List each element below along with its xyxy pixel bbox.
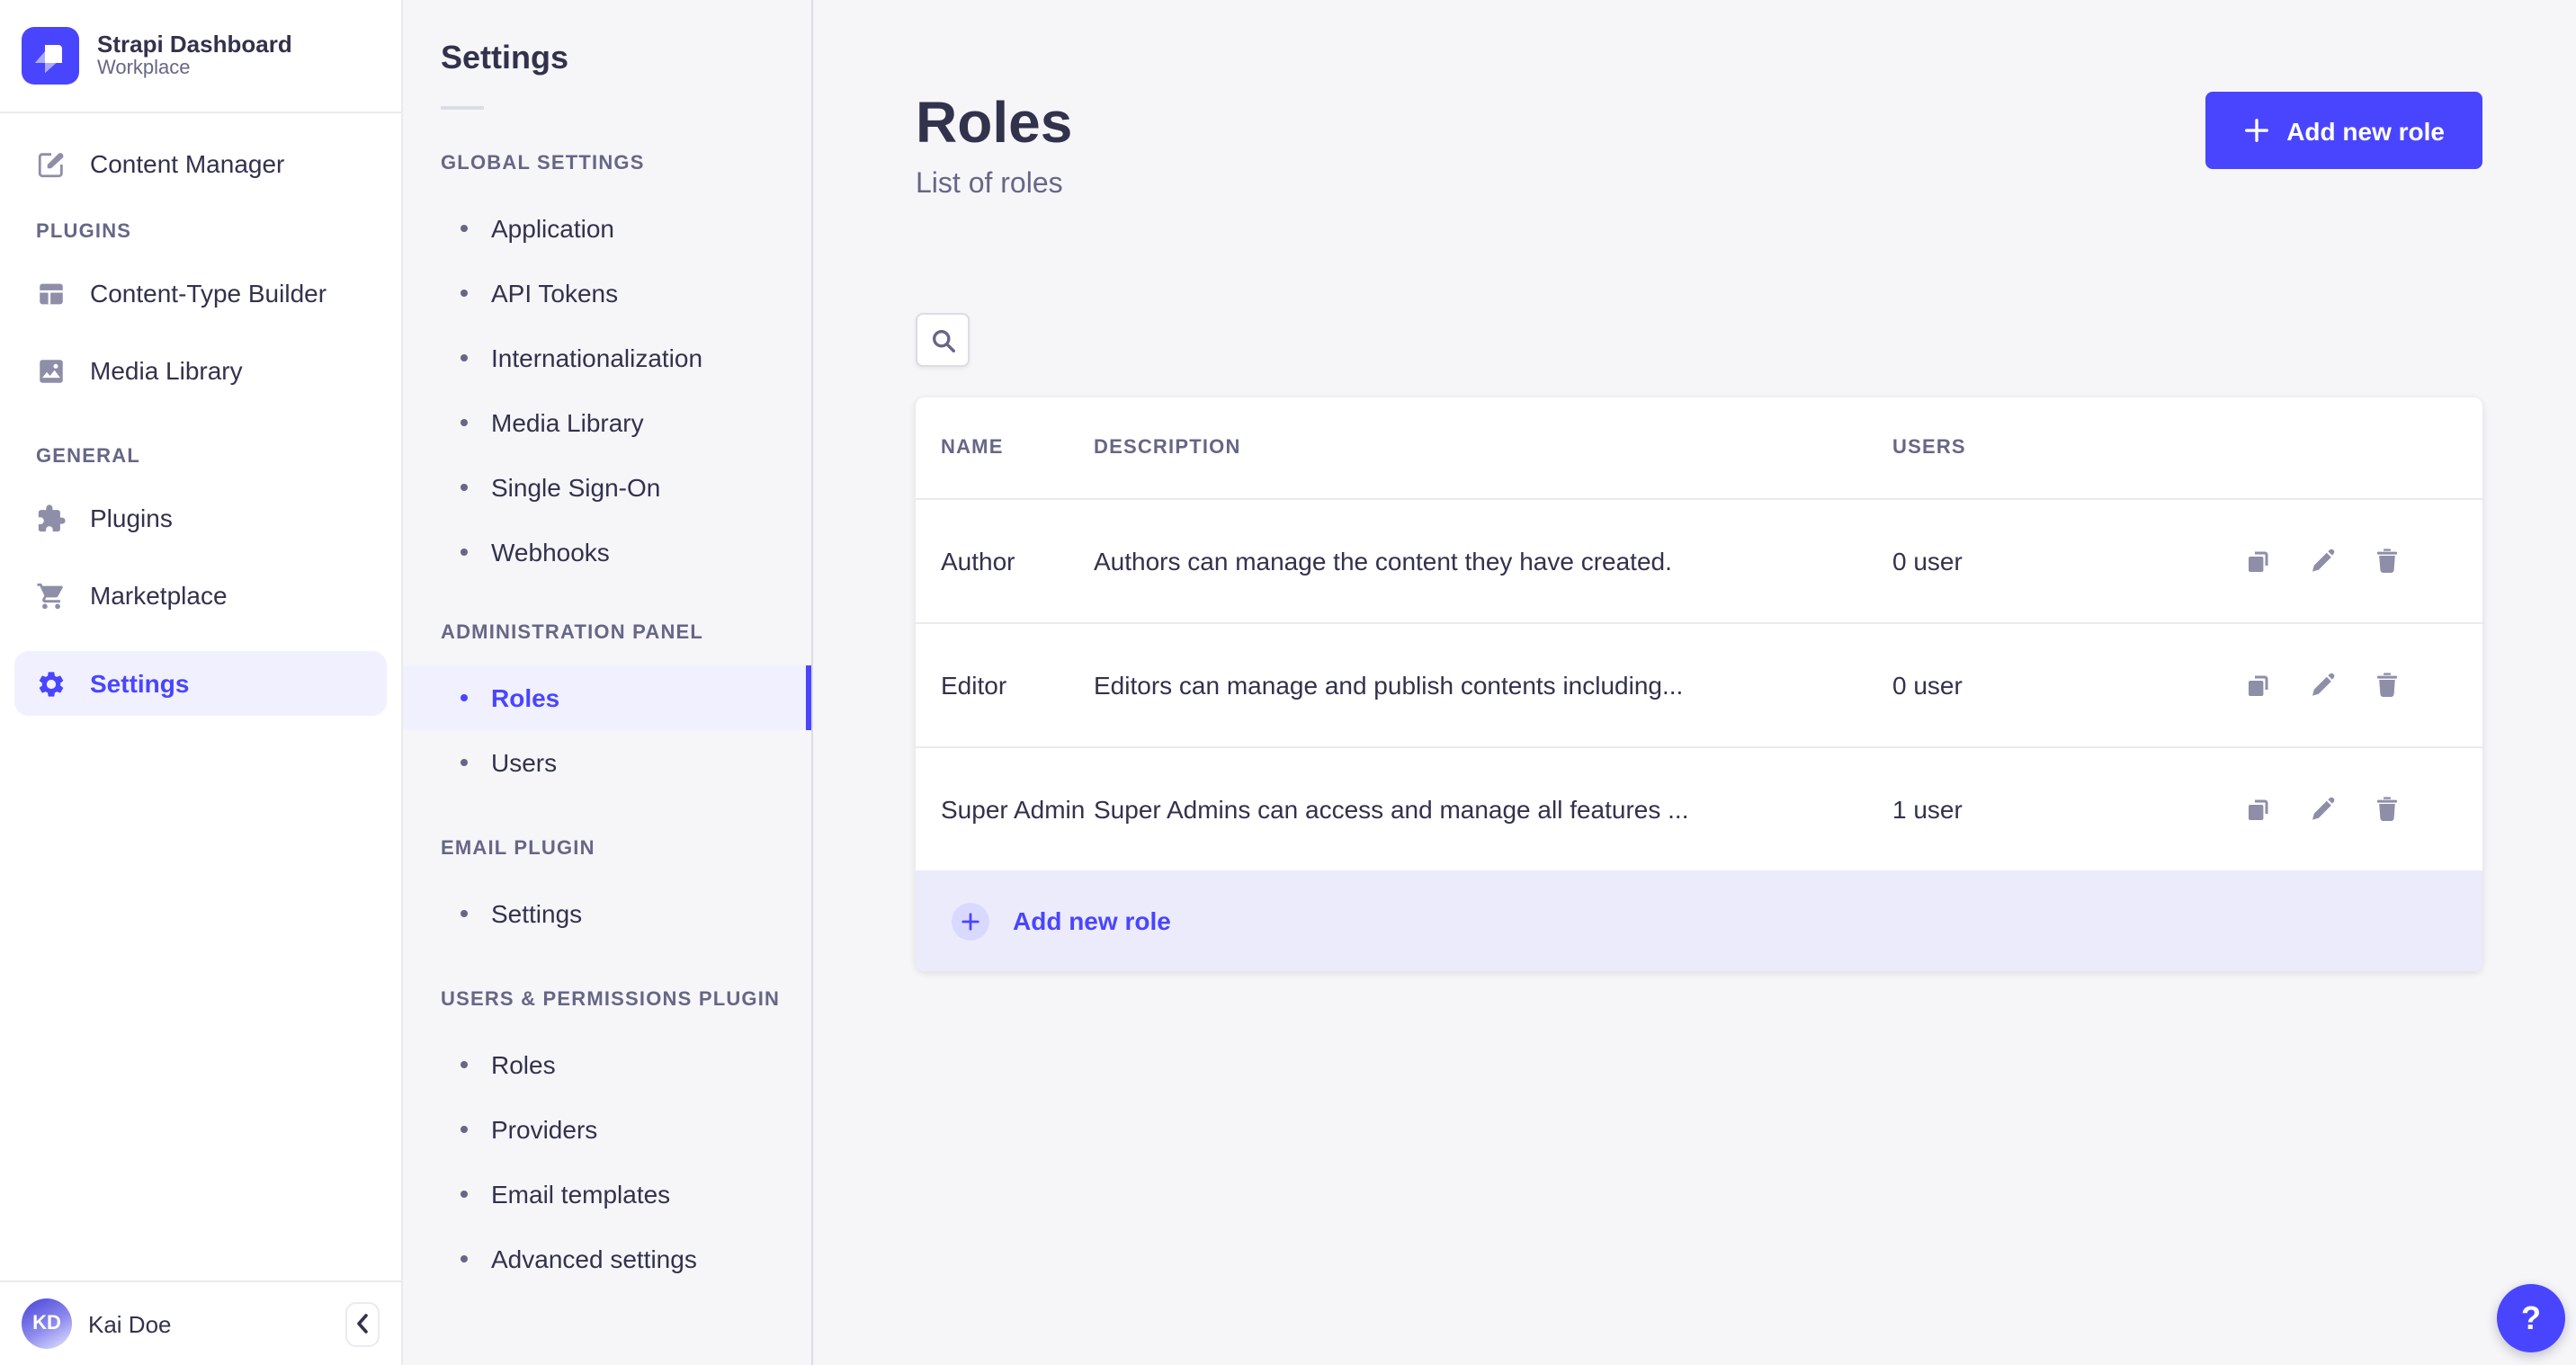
subnav-item-internationalization[interactable]: Internationalization xyxy=(403,326,811,390)
page-header: Roles List of roles Add new role xyxy=(916,92,2482,201)
delete-icon[interactable] xyxy=(2373,795,2402,824)
page-title: Roles xyxy=(916,90,1073,155)
edit-icon[interactable] xyxy=(2308,795,2337,824)
plus-icon xyxy=(2243,117,2270,144)
column-header-description[interactable]: DESCRIPTION xyxy=(1094,397,1892,499)
column-header-users[interactable]: USERS xyxy=(1892,397,2238,499)
subnav-section-users-permissions-plugin: USERS & PERMISSIONS PLUGIN xyxy=(441,989,781,1011)
subnav-item-webhooks[interactable]: Webhooks xyxy=(403,520,811,584)
subnav-item-users[interactable]: Users xyxy=(403,730,811,795)
row-actions xyxy=(2238,671,2482,700)
roles-table: NAME DESCRIPTION USERS Author Authors ca… xyxy=(916,397,2482,870)
sidebar-item-label: Content-Type Builder xyxy=(90,279,327,308)
delete-icon[interactable] xyxy=(2373,547,2402,575)
main-content: Roles List of roles Add new role NAME DE… xyxy=(813,0,2576,1365)
chevron-left-icon xyxy=(354,1313,371,1334)
user-name: Kai Doe xyxy=(88,1310,172,1337)
strapi-logo-icon xyxy=(22,27,79,85)
add-new-role-footer-label: Add new role xyxy=(1013,906,1171,935)
subnav-item-email-settings[interactable]: Settings xyxy=(403,881,811,946)
sidebar-item-media-library[interactable]: Media Library xyxy=(14,338,387,403)
subnav-title: Settings xyxy=(441,40,569,76)
sidebar-item-settings[interactable]: Settings xyxy=(14,651,387,716)
cart-icon xyxy=(36,580,67,611)
subnav-item-advanced-settings[interactable]: Advanced settings xyxy=(403,1227,811,1291)
layout-icon xyxy=(36,278,67,308)
sidebar-item-marketplace[interactable]: Marketplace xyxy=(14,563,387,628)
subnav-item-media-library[interactable]: Media Library xyxy=(403,390,811,455)
image-icon xyxy=(36,355,67,386)
add-new-role-button[interactable]: Add new role xyxy=(2205,92,2482,169)
add-new-role-footer[interactable]: Add new role xyxy=(916,870,2482,971)
column-header-actions xyxy=(2238,397,2482,499)
table-row[interactable]: Author Authors can manage the content th… xyxy=(916,498,2482,623)
sidebar-item-plugins[interactable]: Plugins xyxy=(14,486,387,550)
workspace-switcher[interactable]: Strapi Dashboard Workplace xyxy=(0,0,401,113)
column-header-name[interactable]: NAME xyxy=(916,397,1094,499)
subnav-item-roles[interactable]: Roles xyxy=(403,665,811,730)
nav-section-plugins: PLUGINS xyxy=(36,221,132,243)
role-description-cell: Editors can manage and publish contents … xyxy=(1094,622,1892,747)
table-row[interactable]: Editor Editors can manage and publish co… xyxy=(916,622,2482,747)
role-name-cell: Author xyxy=(916,498,1094,623)
gear-icon xyxy=(36,668,67,699)
main-nav-list: Content Manager PLUGINS Content-Type Bui… xyxy=(0,113,401,1280)
delete-icon[interactable] xyxy=(2373,671,2402,700)
subnav-item-api-tokens[interactable]: API Tokens xyxy=(403,261,811,326)
role-users-cell: 0 user xyxy=(1892,498,2238,623)
search-icon xyxy=(929,326,956,353)
search-button[interactable] xyxy=(916,313,970,367)
nav-section-general: GENERAL xyxy=(36,446,140,468)
user-bar: KD Kai Doe xyxy=(0,1280,401,1365)
role-users-cell: 0 user xyxy=(1892,622,2238,747)
subnav-item-up-roles[interactable]: Roles xyxy=(403,1032,811,1097)
main-sidebar: Strapi Dashboard Workplace Content Manag… xyxy=(0,0,403,1365)
subnav-section-global-settings: GLOBAL SETTINGS xyxy=(441,153,645,174)
strapi-dashboard: Strapi Dashboard Workplace Content Manag… xyxy=(0,0,2576,1365)
page-header-text: Roles List of roles xyxy=(916,92,1072,201)
sidebar-item-label: Settings xyxy=(90,669,190,698)
roles-table-card: NAME DESCRIPTION USERS Author Authors ca… xyxy=(916,397,2482,971)
edit-icon[interactable] xyxy=(2308,671,2337,700)
duplicate-icon[interactable] xyxy=(2243,547,2272,575)
sidebar-item-label: Media Library xyxy=(90,356,243,385)
role-name-cell: Super Admin xyxy=(916,746,1094,870)
row-actions xyxy=(2238,547,2482,575)
subnav-section-email-plugin: EMAIL PLUGIN xyxy=(441,838,595,860)
table-row[interactable]: Super Admin Super Admins can access and … xyxy=(916,746,2482,870)
duplicate-icon[interactable] xyxy=(2243,795,2272,824)
plus-circle-icon xyxy=(952,902,989,940)
edit-icon[interactable] xyxy=(2308,547,2337,575)
page-subtitle: List of roles xyxy=(916,169,1063,200)
collapse-sidebar-button[interactable] xyxy=(345,1301,380,1346)
sidebar-item-label: Marketplace xyxy=(90,581,228,610)
subnav-item-application[interactable]: Application xyxy=(403,196,811,261)
add-new-role-button-label: Add new role xyxy=(2286,116,2445,145)
sidebar-item-content-manager[interactable]: Content Manager xyxy=(14,131,387,196)
role-description-cell: Super Admins can access and manage all f… xyxy=(1094,746,1892,870)
subnav-item-email-templates[interactable]: Email templates xyxy=(403,1162,811,1227)
puzzle-icon xyxy=(36,503,67,533)
row-actions xyxy=(2238,795,2482,824)
role-name-cell: Editor xyxy=(916,622,1094,747)
subnav-item-providers[interactable]: Providers xyxy=(403,1097,811,1162)
role-users-cell: 1 user xyxy=(1892,746,2238,870)
subnav-divider xyxy=(441,106,484,110)
help-button[interactable]: ? xyxy=(2497,1284,2565,1352)
duplicate-icon[interactable] xyxy=(2243,671,2272,700)
sidebar-item-content-type-builder[interactable]: Content-Type Builder xyxy=(14,261,387,326)
brand-text: Strapi Dashboard Workplace xyxy=(97,31,292,81)
subnav-item-single-sign-on[interactable]: Single Sign-On xyxy=(403,455,811,520)
sidebar-item-label: Plugins xyxy=(90,504,173,532)
role-description-cell: Authors can manage the content they have… xyxy=(1094,498,1892,623)
settings-subnav: Settings GLOBAL SETTINGS Application API… xyxy=(403,0,813,1365)
workspace-name: Workplace xyxy=(97,58,191,79)
sidebar-item-label: Content Manager xyxy=(90,149,285,178)
table-header-row: NAME DESCRIPTION USERS xyxy=(916,397,2482,499)
edit-pen-icon xyxy=(36,148,67,179)
app-title: Strapi Dashboard xyxy=(97,31,292,58)
subnav-section-administration-panel: ADMINISTRATION PANEL xyxy=(441,622,704,644)
avatar[interactable]: KD xyxy=(22,1298,72,1349)
